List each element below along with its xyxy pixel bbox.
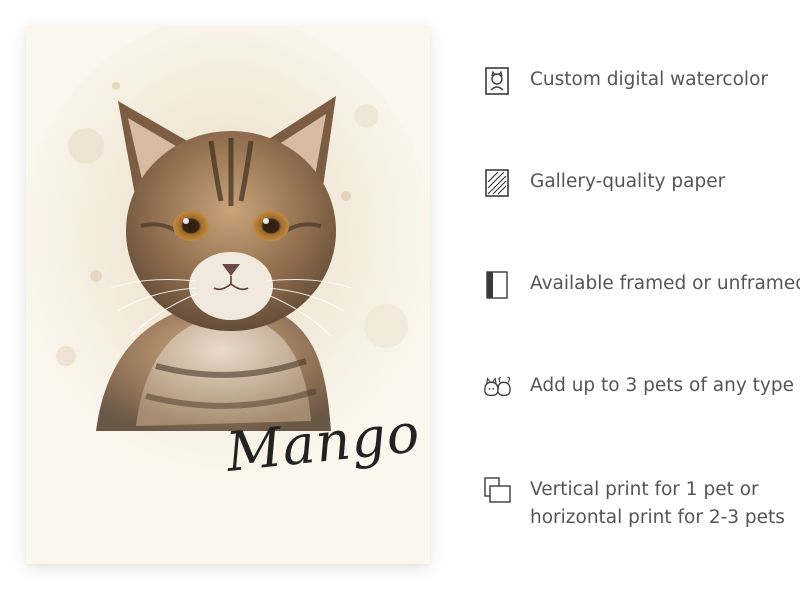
feature-text: Add up to 3 pets of any type	[530, 372, 794, 400]
feature-line: Custom digital watercolor	[530, 69, 768, 90]
feature-text: Available framed or unframed	[530, 270, 800, 298]
paper-texture-icon	[482, 168, 512, 198]
feature-line: horizontal print for 2-3 pets	[530, 507, 785, 528]
orientation-icon	[482, 476, 512, 506]
feature-line: Gallery-quality paper	[530, 171, 726, 192]
pet-portrait-icon	[482, 66, 512, 96]
feature-line: Vertical print for 1 pet or	[530, 479, 759, 500]
frame-icon	[482, 270, 512, 300]
feature-list: Custom digital watercolor Gallery-qualit…	[482, 0, 800, 590]
feature-line: Add up to 3 pets of any type	[530, 375, 794, 396]
feature-line: Available framed or unframed	[530, 273, 800, 294]
feature-text: Gallery-quality paper	[530, 168, 725, 196]
feature-text: Vertical print for 1 pet or horizontal p…	[530, 476, 785, 532]
feature-text: Custom digital watercolor	[530, 66, 768, 94]
pet-portrait-print: Mango	[26, 26, 430, 564]
watercolor-cat-illustration	[26, 26, 430, 496]
pets-icon	[482, 372, 512, 402]
